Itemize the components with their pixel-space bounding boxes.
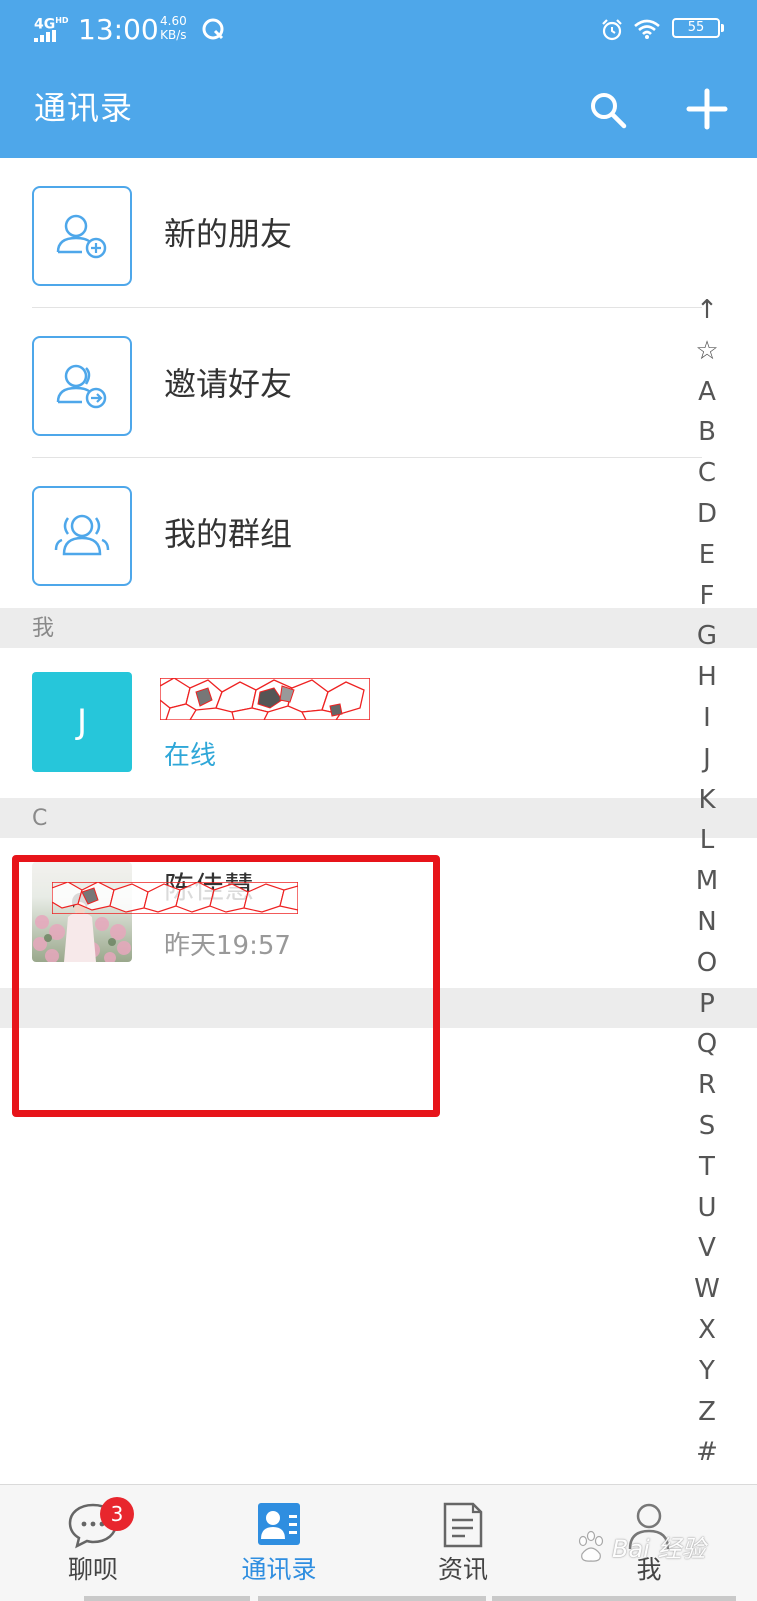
section-header-me: 我 bbox=[0, 608, 757, 648]
index-letter[interactable]: F bbox=[686, 576, 728, 617]
index-letter[interactable]: ↑ bbox=[686, 290, 728, 331]
index-letter[interactable]: # bbox=[686, 1432, 728, 1473]
nav-chat[interactable]: 3 聊呗 bbox=[18, 1485, 168, 1601]
my-groups-label: 我的群组 bbox=[164, 515, 293, 553]
network-sup: HD bbox=[55, 16, 69, 25]
signal-icon bbox=[34, 30, 56, 42]
app-header: 4GHD 13:00 4.60 KB/s 55 通讯录 bbox=[0, 0, 757, 158]
plus-icon[interactable] bbox=[686, 88, 728, 130]
contact-row[interactable]: 陈佳慧 昨天19:57 bbox=[0, 838, 700, 988]
online-status: 在线 bbox=[164, 741, 217, 771]
unread-badge: 3 bbox=[100, 1497, 134, 1531]
index-letter[interactable]: V bbox=[686, 1228, 728, 1269]
index-letter[interactable]: C bbox=[686, 453, 728, 494]
index-letter[interactable]: D bbox=[686, 494, 728, 535]
status-bar: 4GHD 13:00 4.60 KB/s 55 bbox=[0, 0, 757, 60]
index-letter[interactable]: Q bbox=[686, 1024, 728, 1065]
nav-chat-label: 聊呗 bbox=[67, 1555, 118, 1584]
alarm-icon bbox=[602, 19, 622, 41]
index-letter[interactable]: ☆ bbox=[686, 331, 728, 372]
index-letter[interactable]: T bbox=[686, 1147, 728, 1188]
index-letter[interactable]: U bbox=[686, 1188, 728, 1229]
nav-me[interactable]: 我 bbox=[574, 1485, 724, 1601]
invite-friend-icon bbox=[32, 336, 132, 436]
nav-underline bbox=[84, 1596, 250, 1601]
index-letter[interactable]: J bbox=[686, 739, 728, 780]
section-header-label: 我 bbox=[32, 616, 55, 641]
battery-indicator: 55 bbox=[672, 18, 724, 38]
index-letter[interactable]: Y bbox=[686, 1351, 728, 1392]
list-footer-gap bbox=[0, 988, 757, 1028]
speed-unit: KB/s bbox=[160, 28, 187, 42]
nav-me-label: 我 bbox=[636, 1555, 662, 1584]
profile-icon bbox=[628, 1503, 670, 1550]
network-indicator: 4GHD bbox=[34, 14, 69, 32]
my-groups-row[interactable]: 我的群组 bbox=[0, 458, 700, 608]
page-title: 通讯录 bbox=[34, 89, 134, 127]
nav-contacts[interactable]: 通讯录 bbox=[204, 1485, 354, 1601]
add-friend-icon bbox=[32, 186, 132, 286]
app-notification-icon bbox=[202, 18, 224, 40]
section-header-label: C bbox=[32, 806, 48, 831]
speed-value: 4.60 bbox=[160, 14, 187, 28]
news-icon bbox=[443, 1502, 483, 1548]
group-icon bbox=[32, 486, 132, 586]
redacted-name bbox=[52, 882, 298, 914]
index-letter[interactable]: K bbox=[686, 780, 728, 821]
index-letter[interactable]: M bbox=[686, 861, 728, 902]
contact-row-self[interactable]: J 在线 bbox=[0, 648, 700, 798]
nav-news-label: 资讯 bbox=[437, 1555, 488, 1584]
search-icon[interactable] bbox=[588, 90, 628, 130]
index-letter[interactable]: H bbox=[686, 657, 728, 698]
index-letter[interactable]: N bbox=[686, 902, 728, 943]
index-letter[interactable]: I bbox=[686, 698, 728, 739]
alphabet-index[interactable]: ↑ ☆ A B C D E F G H I J K L M N O P Q R S T U V W X Y Z # bbox=[686, 290, 728, 1473]
new-friends-row[interactable]: 新的朋友 bbox=[0, 158, 700, 308]
nav-contacts-label: 通讯录 bbox=[241, 1555, 317, 1584]
index-letter[interactable]: B bbox=[686, 412, 728, 453]
network-speed: 4.60 KB/s bbox=[160, 14, 187, 42]
invite-friends-label: 邀请好友 bbox=[164, 365, 293, 403]
contacts-icon bbox=[258, 1503, 300, 1545]
nav-news[interactable]: 资讯 bbox=[388, 1485, 538, 1601]
index-letter[interactable]: E bbox=[686, 535, 728, 576]
status-time: 13:00 bbox=[78, 13, 159, 46]
index-letter[interactable]: L bbox=[686, 820, 728, 861]
index-letter[interactable]: P bbox=[686, 984, 728, 1025]
nav-underline bbox=[258, 1596, 486, 1601]
index-letter[interactable]: S bbox=[686, 1106, 728, 1147]
index-letter[interactable]: X bbox=[686, 1310, 728, 1351]
new-friends-label: 新的朋友 bbox=[164, 215, 293, 253]
index-letter[interactable]: A bbox=[686, 372, 728, 413]
bottom-nav: 3 聊呗 通讯录 资讯 我 bbox=[0, 1484, 757, 1601]
section-header-c: C bbox=[0, 798, 757, 838]
last-active-time: 昨天19:57 bbox=[164, 931, 291, 961]
index-letter[interactable]: O bbox=[686, 943, 728, 984]
wifi-icon bbox=[634, 19, 660, 39]
index-letter[interactable]: G bbox=[686, 616, 728, 657]
index-letter[interactable]: R bbox=[686, 1065, 728, 1106]
avatar: J bbox=[32, 672, 132, 772]
index-letter[interactable]: W bbox=[686, 1269, 728, 1310]
invite-friends-row[interactable]: 邀请好友 bbox=[0, 308, 700, 458]
nav-underline bbox=[492, 1596, 736, 1601]
redacted-name bbox=[160, 678, 370, 720]
index-letter[interactable]: Z bbox=[686, 1392, 728, 1433]
